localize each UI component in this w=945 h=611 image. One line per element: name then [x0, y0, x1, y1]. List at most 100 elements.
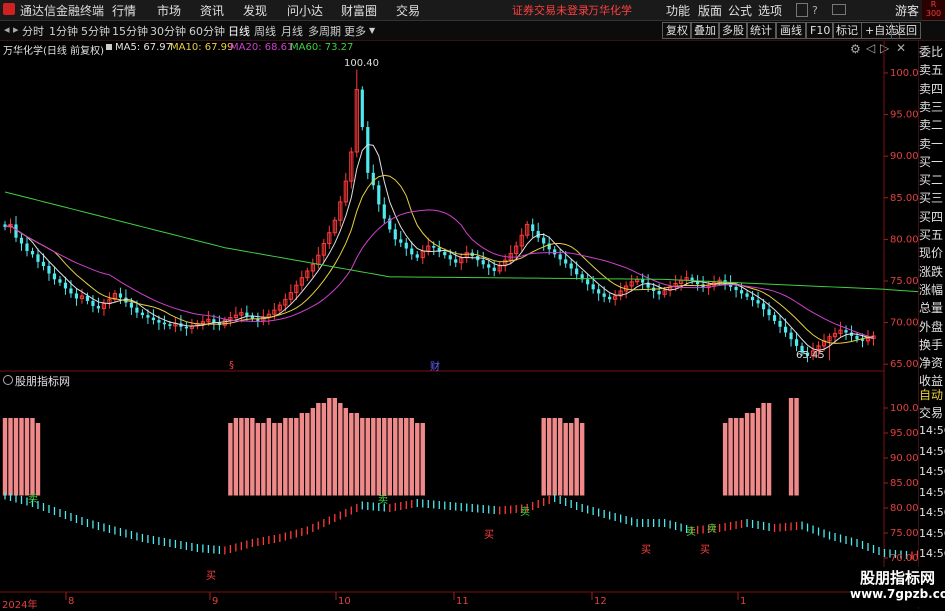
candle-body-down — [371, 172, 375, 186]
candle-body-down — [608, 296, 612, 300]
candle-body-down — [399, 239, 403, 243]
candle-body-down — [641, 279, 645, 283]
quote-field-6: 买一 — [919, 154, 944, 169]
indicator-bars — [2, 398, 799, 496]
main-y-tick-label: 85.00 — [890, 193, 919, 204]
indicator-bar — [277, 423, 283, 496]
candle-body-down — [63, 282, 68, 289]
indicator-bar — [349, 413, 354, 496]
indicator-bar — [228, 423, 233, 496]
indicator-line — [4, 491, 935, 560]
indicator-bar — [733, 418, 739, 496]
tick-time-3: 14:56 — [919, 485, 945, 499]
indicator-bar — [546, 418, 552, 496]
indicator-bar — [563, 423, 568, 496]
sell-signal-5: 卖 — [707, 524, 717, 535]
candle-body-down — [91, 300, 95, 306]
indicator-bar — [387, 418, 392, 496]
candle-body-down — [575, 268, 579, 275]
sell-signal-3: 卖 — [520, 507, 530, 518]
indicator-bar — [398, 418, 403, 496]
x-label-nov: 11 — [456, 596, 469, 607]
candle-body-down — [404, 242, 408, 249]
x-label-aug: 8 — [68, 596, 75, 607]
quote-field-12: 涨跌 — [919, 264, 944, 279]
indicator-bar — [371, 418, 376, 496]
candle-body-down — [366, 127, 370, 173]
candle-body-down — [745, 293, 749, 297]
candle-body-down — [756, 300, 760, 304]
candle-body-down — [789, 332, 793, 340]
candle-body-down — [783, 326, 788, 333]
tick-time-4: 14:56 — [919, 506, 945, 519]
candle-body-down — [492, 267, 496, 272]
quote-field-13: 涨幅 — [919, 282, 944, 297]
kline-chart[interactable]: 100.0 95.00 90.00 85.00 80.00 75.00 70.00 65.00… — [0, 0, 945, 609]
candle-body-down — [844, 330, 848, 333]
candle-body-down — [168, 324, 172, 326]
candle-body-down — [855, 335, 859, 340]
candle-body-down — [761, 303, 766, 310]
ind-y-tick-label: 80.00 — [890, 503, 919, 514]
candle-body-down — [734, 286, 738, 291]
candle-body-down — [382, 204, 386, 219]
x-label-dec: 12 — [594, 596, 607, 607]
indicator-bar — [568, 423, 574, 496]
quote-field-7: 买二 — [919, 173, 944, 188]
candle-body-down — [553, 249, 557, 255]
indicator-bar — [250, 418, 255, 496]
indicator-bar — [288, 418, 294, 496]
tick-time-5: 14:56 — [919, 526, 945, 540]
time-axis — [65, 592, 739, 600]
event-marker-finance[interactable]: 财 — [430, 358, 440, 373]
buy-signal-4: 买 — [700, 545, 710, 556]
x-label-oct: 10 — [338, 596, 351, 607]
indicator-bar — [321, 403, 327, 496]
indicator-bar — [354, 413, 359, 496]
high-price-label: 100.40 — [344, 58, 379, 69]
indicator-bar — [574, 418, 579, 496]
indicator-bar — [272, 423, 277, 496]
auto-label[interactable]: 自动 — [919, 386, 943, 403]
event-marker-section[interactable]: § — [229, 360, 234, 371]
indicator-bar — [409, 418, 414, 496]
main-y-tick-label: 90.00 — [890, 151, 919, 162]
candle-body-down — [118, 293, 123, 298]
trade-tab[interactable]: 交易 — [919, 404, 943, 421]
indicator-bar — [541, 418, 546, 496]
candle-body-down — [443, 251, 447, 256]
indicator-bar — [420, 423, 425, 496]
quote-field-11: 现价 — [919, 246, 944, 261]
candle-body-down — [377, 185, 381, 205]
x-label-sep: 9 — [212, 596, 219, 607]
main-y-tick-label: 75.00 — [890, 276, 919, 287]
indicator-settings-icon[interactable] — [3, 375, 13, 385]
candle-body-down — [591, 284, 595, 290]
candle-body-down — [69, 288, 73, 294]
ma-lines — [4, 143, 945, 351]
indicator-bar — [255, 423, 261, 496]
indicator-bar — [744, 413, 750, 496]
quote-field-16: 换手 — [919, 337, 944, 352]
indicator-bar — [24, 418, 30, 496]
candle-body-down — [860, 339, 865, 341]
quote-field-3: 卖三 — [919, 99, 944, 114]
candle-body-down — [47, 266, 51, 274]
candle-body-down — [25, 243, 29, 252]
candle-body-down — [58, 279, 62, 283]
candle-body-down — [157, 320, 161, 323]
tick-time-6: 14:56 — [919, 547, 945, 560]
candle-body-down — [30, 251, 35, 255]
main-y-axis: 100.0 95.00 90.00 85.00 80.00 75.00 70.00 65.00 — [884, 68, 919, 370]
candle-body-down — [140, 312, 145, 316]
quote-field-15: 外盘 — [919, 319, 944, 334]
ind-y-tick-label: 90.00 — [890, 453, 919, 464]
candle-body-down — [393, 229, 397, 240]
indicator-bar — [239, 418, 244, 496]
candle-body-down — [184, 326, 188, 329]
candle-body-down — [41, 261, 46, 267]
indicator-bar — [579, 423, 585, 496]
watermark-name: 股朋指标网 — [850, 567, 945, 587]
indicator-bar — [766, 403, 772, 496]
quote-field-2: 卖四 — [919, 81, 944, 96]
